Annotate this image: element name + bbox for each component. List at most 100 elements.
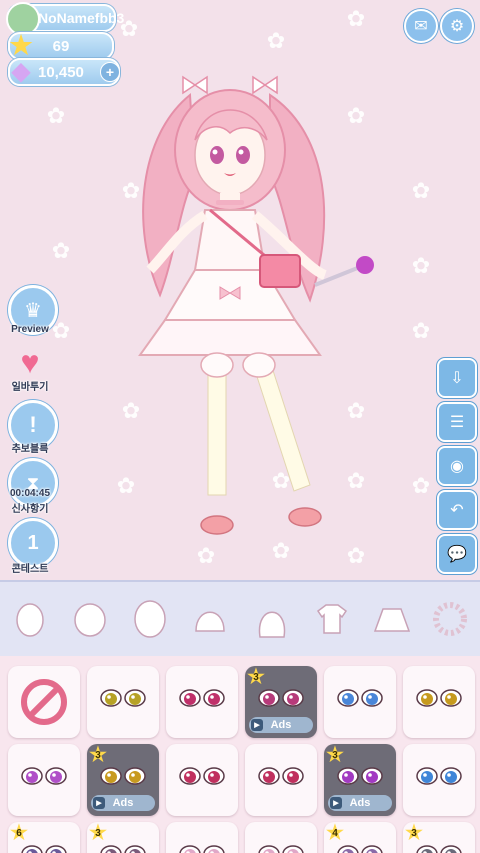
eye-item-cell[interactable] [166,822,238,853]
eye-icon [21,767,67,785]
flower-decoration: ✿ [346,6,366,31]
eye-item-cell[interactable]: ★ 6 [8,822,80,853]
category-necklace[interactable] [430,598,470,640]
camera-icon: ◉ [450,458,464,475]
flower-decoration: ✿ [46,103,66,128]
download-button[interactable]: ⇩ [437,358,477,398]
gear-icon: ⚙ [449,18,465,35]
skirt-icon [373,608,411,632]
flower-decoration: ✿ [411,473,431,498]
bangs-hair-icon [195,611,225,632]
favorite-label: 일바투기 [11,382,49,393]
player-name-pill[interactable]: NoNamefbb3 [6,2,124,36]
trophy-icon: 1 [27,531,39,554]
head-icon [134,600,166,638]
eye-icon [258,845,304,853]
notice-label: 추보블륵 [11,444,49,455]
watch-ad-bar: ▶ Ads [328,795,392,811]
category-face-shape[interactable] [10,598,50,640]
exclamation-icon: ! [29,412,37,437]
settings-button[interactable]: ⚙ [440,9,474,43]
eye-item-cell[interactable]: ★ 3 ▶ Ads [87,744,159,816]
play-icon: ▶ [93,797,105,809]
eye-item-cell[interactable] [403,744,475,816]
eye-item-cell[interactable]: ★ 3 ▶ Ads [245,666,317,738]
chat-button[interactable]: 💬 [437,534,477,574]
flower-decoration: ✿ [51,238,71,263]
eye-item-cell[interactable] [8,744,80,816]
star-badge: ★ 3 [405,822,423,844]
ads-label: Ads [349,797,371,809]
category-face[interactable] [70,598,110,640]
gem-count: 10,450 [38,63,84,81]
undo-button[interactable]: ↶ [437,490,477,530]
category-head[interactable] [130,598,170,640]
undo-icon: ↶ [450,502,464,519]
eye-icon [179,845,225,853]
top-icon [316,604,348,634]
star-badge: ★ 3 [89,744,107,766]
star-badge: ★ 3 [247,666,265,688]
camera-button[interactable]: ◉ [437,446,477,486]
preview-icon: ♛ [24,299,42,322]
face-shape-icon [16,603,44,637]
eye-item-cell[interactable] [245,822,317,853]
add-gems-button[interactable]: + [100,62,120,82]
list-button[interactable]: ☰ [437,402,477,442]
preview-label: Preview [11,324,49,335]
eye-icon [258,767,304,785]
contest-label: 콘테스트 [11,564,49,575]
favorite-button[interactable]: ♥ [10,345,50,379]
category-bar [0,580,480,656]
flower-decoration: ✿ [411,253,431,278]
eye-item-cell[interactable] [87,666,159,738]
eye-icon [337,689,383,707]
dressing-stage: ✿✿✿✿✿✿✿✿✿✿✿✿✿✿✿✿✿✿✿✿✿ [0,0,480,580]
play-icon: ▶ [251,719,263,731]
category-back-hair[interactable] [252,598,292,640]
player-name: NoNamefbb3 [38,10,125,26]
play-icon: ▶ [330,797,342,809]
eye-item-cell[interactable] [166,666,238,738]
item-grid: ★ 3 ▶ Ads ★ 3 ▶ Ads ★ 3 ▶ Ads ★ 6 ★ 3 ★ 4 ★ 3 [0,656,480,853]
eye-item-cell[interactable]: ★ 3 [87,822,159,853]
eye-item-cell[interactable] [166,744,238,816]
eye-icon [416,689,462,707]
necklace-icon [433,602,467,636]
flower-decoration: ✿ [411,318,431,343]
watch-ad-bar: ▶ Ads [91,795,155,811]
eye-icon [100,689,146,707]
category-bangs[interactable] [190,598,230,640]
category-top[interactable] [312,598,352,640]
character-doll[interactable] [120,55,380,555]
star-badge: ★ 6 [10,822,28,844]
eye-icon [179,767,225,785]
flower-decoration: ✿ [266,28,286,53]
category-skirt[interactable] [372,598,412,640]
star-badge: ★ 3 [326,744,344,766]
download-icon: ⇩ [450,370,464,387]
gem-icon: ◆ [11,57,31,85]
eye-item-cell[interactable]: ★ 3 ▶ Ads [324,744,396,816]
ads-label: Ads [270,719,292,731]
face-icon [74,603,106,637]
mail-button[interactable]: ✉ [404,9,438,43]
eye-item-cell[interactable]: ★ 4 [324,822,396,853]
new-item-label: 신사항기 [11,504,49,515]
list-icon: ☰ [449,414,465,431]
new-item-timer: 00:04:45 [9,488,51,499]
back-hair-icon [258,611,286,638]
eye-item-cell[interactable] [324,666,396,738]
eye-item-cell[interactable] [403,666,475,738]
eye-icon [179,689,225,707]
eye-item-cell[interactable]: ★ 3 [403,822,475,853]
chat-icon: 💬 [447,546,467,563]
ads-label: Ads [112,797,134,809]
remove-item-cell[interactable] [8,666,80,738]
flower-decoration: ✿ [411,178,431,203]
star-count: 69 [52,37,70,55]
mail-icon: ✉ [414,18,428,35]
eye-item-cell[interactable] [245,744,317,816]
star-badge: ★ 4 [326,822,344,844]
eye-icon [416,767,462,785]
